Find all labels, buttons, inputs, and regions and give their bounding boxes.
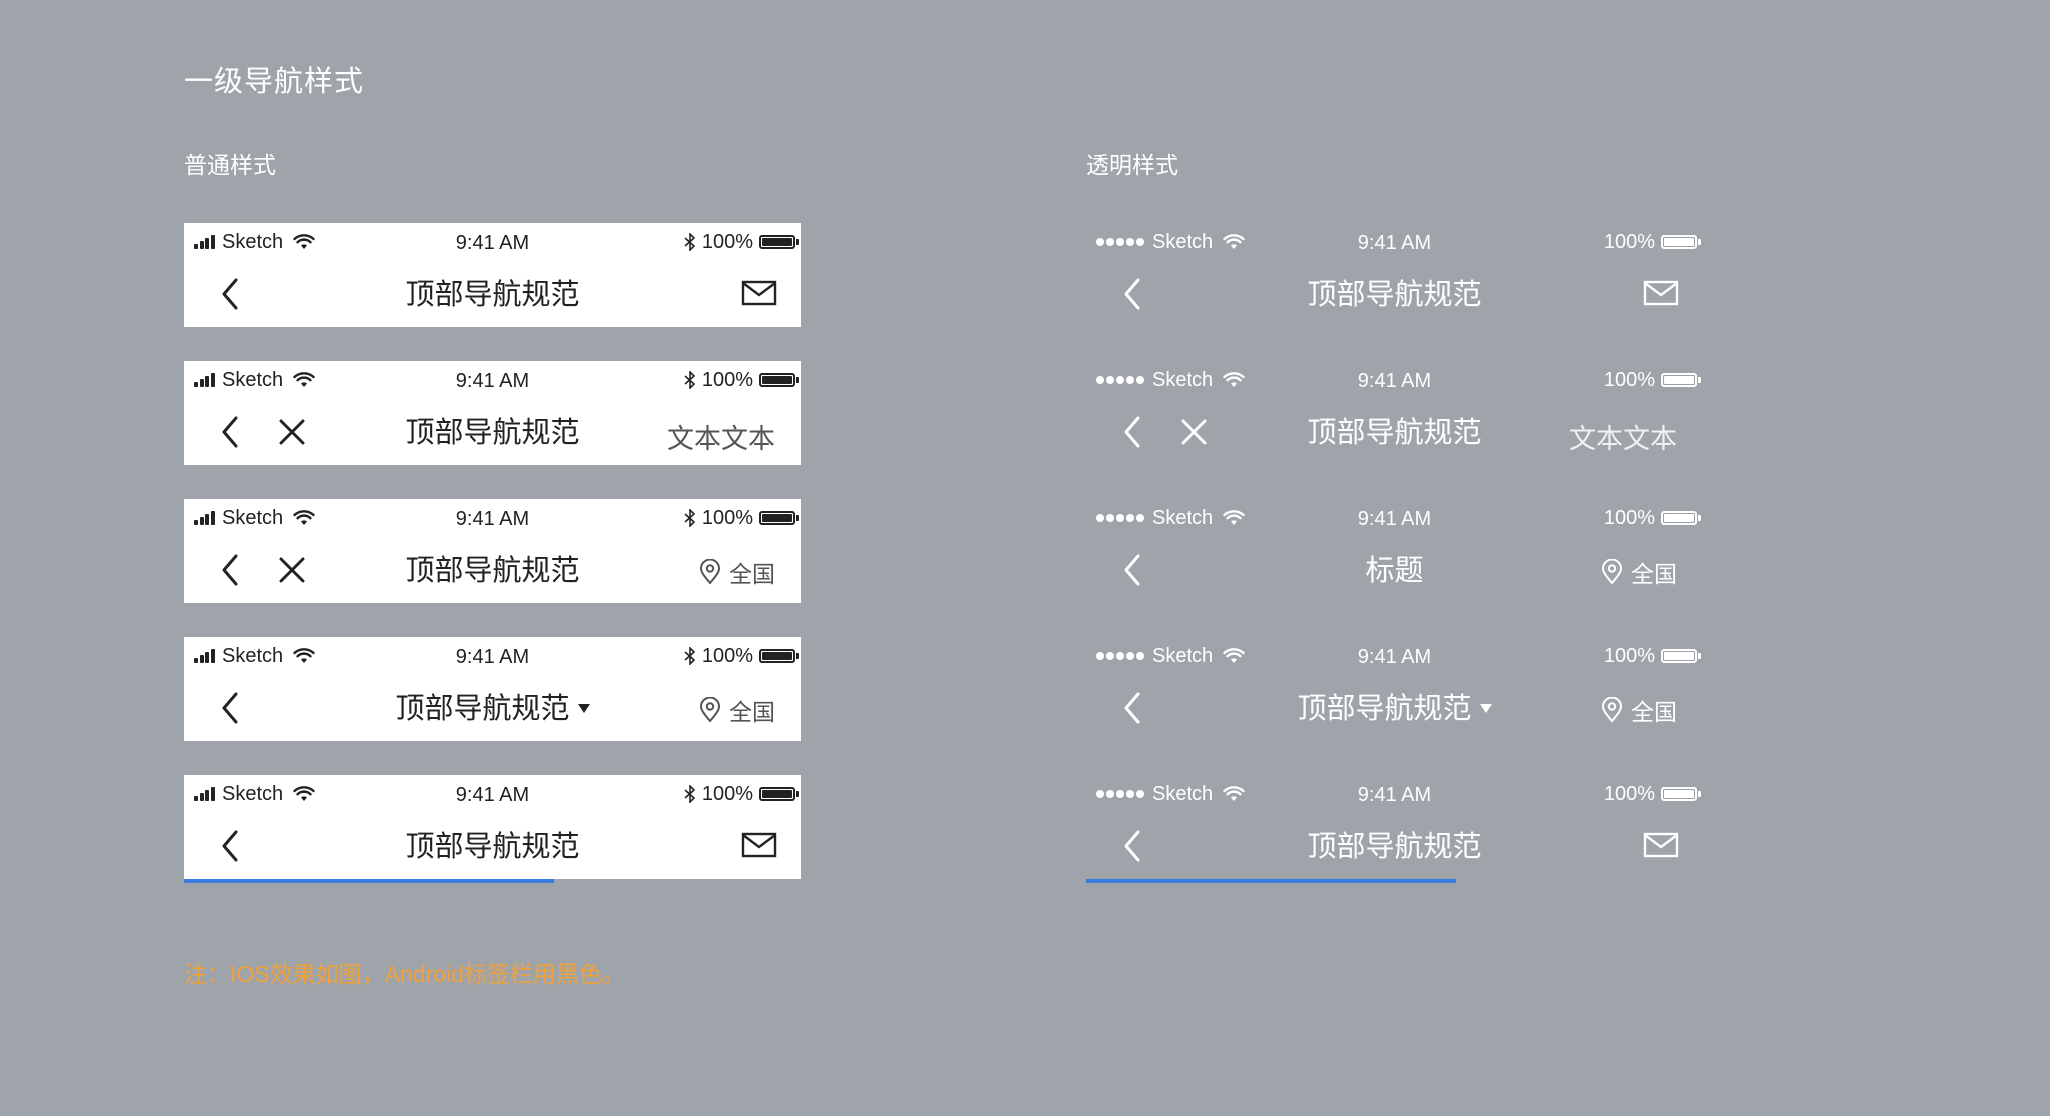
mail-icon[interactable]	[741, 277, 777, 309]
transparent-style-column: Sketch 9:41 AM 100% 顶部导航规范 Sketch 9:41 A…	[1086, 223, 1703, 913]
location-label: 全国	[729, 699, 775, 725]
bluetooth-icon	[684, 785, 696, 803]
navbar-normal-4: Sketch 9:41 AM 100% 顶部导航规范 全国	[184, 637, 801, 741]
location-pin-icon	[1601, 697, 1623, 723]
battery-icon	[1661, 649, 1701, 663]
nav-title: 顶部导航规范	[405, 279, 580, 311]
text-button[interactable]: 文本文本	[667, 417, 775, 456]
nav-title-label: 顶部导航规范	[1297, 693, 1472, 725]
status-bar: Sketch 9:41 AM 100%	[184, 361, 801, 399]
battery-percent: 100%	[701, 644, 753, 667]
navbar-normal-3: Sketch 9:41 AM 100% 顶部导航规范 全国	[184, 499, 801, 603]
navbar-transparent-1: Sketch 9:41 AM 100% 顶部导航规范	[1086, 223, 1703, 327]
location-label: 全国	[1631, 699, 1677, 725]
battery-percent: 100%	[1603, 644, 1655, 667]
location-label: 全国	[729, 561, 775, 587]
status-bar: Sketch 9:41 AM 100%	[1086, 499, 1703, 537]
mail-icon[interactable]	[1643, 829, 1679, 861]
progress-bar	[184, 879, 801, 883]
battery-icon	[759, 787, 799, 801]
navbar-normal-5: Sketch 9:41 AM 100% 顶部导航规范	[184, 775, 801, 883]
section-title-transparent: 透明样式	[1086, 152, 1178, 178]
nav-title-label: 顶部导航规范	[395, 693, 570, 725]
caret-down-icon	[1479, 703, 1492, 713]
location-button[interactable]: 全国	[699, 555, 775, 589]
battery-icon	[759, 649, 799, 663]
location-button[interactable]: 全国	[1601, 693, 1677, 727]
navbar-transparent-5: Sketch 9:41 AM 100% 顶部导航规范	[1086, 775, 1703, 883]
normal-style-column: Sketch 9:41 AM 100% 顶部导航规范 Sketch 9:41 A…	[184, 223, 801, 913]
status-bar: Sketch 9:41 AM 100%	[1086, 637, 1703, 675]
text-button[interactable]: 文本文本	[1569, 417, 1677, 456]
battery-percent: 100%	[701, 506, 753, 529]
battery-percent: 100%	[701, 368, 753, 391]
status-bar: Sketch 9:41 AM 100%	[184, 499, 801, 537]
navbar-transparent-3: Sketch 9:41 AM 100% 标题 全国	[1086, 499, 1703, 603]
status-bar: Sketch 9:41 AM 100%	[1086, 775, 1703, 813]
section-title-normal: 普通样式	[184, 152, 276, 178]
battery-icon	[759, 373, 799, 387]
battery-icon	[1661, 373, 1701, 387]
mail-icon[interactable]	[741, 829, 777, 861]
battery-percent: 100%	[701, 230, 753, 253]
location-label: 全国	[1631, 561, 1677, 587]
battery-icon	[1661, 511, 1701, 525]
mail-icon[interactable]	[1643, 277, 1679, 309]
status-bar: Sketch 9:41 AM 100%	[184, 637, 801, 675]
location-pin-icon	[1601, 559, 1623, 585]
footnote: 注：IOS效果如图，Android标签栏用黑色。	[184, 961, 625, 987]
progress-bar	[1086, 879, 1703, 883]
status-bar: Sketch 9:41 AM 100%	[1086, 361, 1703, 399]
navbar-transparent-4: Sketch 9:41 AM 100% 顶部导航规范 全国	[1086, 637, 1703, 741]
battery-icon	[1661, 787, 1701, 801]
battery-icon	[759, 511, 799, 525]
location-pin-icon	[699, 559, 721, 585]
location-pin-icon	[699, 697, 721, 723]
bluetooth-icon	[684, 233, 696, 251]
page-title: 一级导航样式	[184, 66, 365, 98]
nav-title: 顶部导航规范	[1307, 279, 1482, 311]
bluetooth-icon	[684, 509, 696, 527]
battery-percent: 100%	[1603, 368, 1655, 391]
bluetooth-icon	[684, 647, 696, 665]
status-bar: Sketch 9:41 AM 100%	[184, 775, 801, 813]
status-bar: Sketch 9:41 AM 100%	[1086, 223, 1703, 261]
progress-fill	[184, 879, 555, 883]
location-button[interactable]: 全国	[699, 693, 775, 727]
battery-percent: 100%	[1603, 506, 1655, 529]
nav-title: 顶部导航规范	[405, 831, 580, 863]
nav-title: 顶部导航规范	[1307, 831, 1482, 863]
location-button[interactable]: 全国	[1601, 555, 1677, 589]
battery-icon	[759, 235, 799, 249]
battery-icon	[1661, 235, 1701, 249]
battery-percent: 100%	[1603, 230, 1655, 253]
navbar-normal-2: Sketch 9:41 AM 100% 顶部导航规范 文本文本	[184, 361, 801, 465]
status-bar: Sketch 9:41 AM 100%	[184, 223, 801, 261]
navbar-normal-1: Sketch 9:41 AM 100% 顶部导航规范	[184, 223, 801, 327]
battery-percent: 100%	[1603, 782, 1655, 805]
bluetooth-icon	[684, 371, 696, 389]
navbar-transparent-2: Sketch 9:41 AM 100% 顶部导航规范 文本文本	[1086, 361, 1703, 465]
caret-down-icon	[577, 703, 590, 713]
progress-fill	[1086, 879, 1457, 883]
battery-percent: 100%	[701, 782, 753, 805]
